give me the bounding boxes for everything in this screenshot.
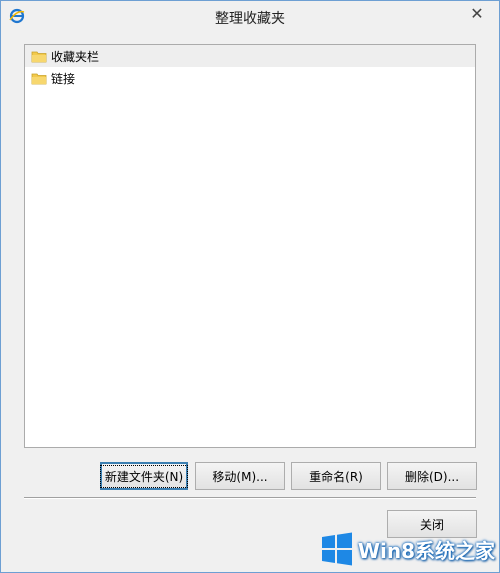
favorites-tree[interactable]: 收藏夹栏 链接: [24, 44, 476, 448]
close-label: 关闭: [419, 517, 444, 532]
delete-label: 删除(D)...: [404, 469, 460, 484]
tree-item-favorites-bar[interactable]: 收藏夹栏: [25, 45, 475, 67]
move-label: 移动(M)...: [212, 469, 268, 484]
folder-icon: [31, 51, 47, 63]
watermark: Win8系统之家: [320, 532, 495, 566]
title-bar: 整理收藏夹 ✕: [1, 1, 499, 31]
window-title: 整理收藏夹: [215, 11, 285, 27]
separator-line: [24, 497, 476, 499]
rename-button[interactable]: 重命名(R): [291, 462, 381, 490]
new-folder-button[interactable]: 新建文件夹(N): [99, 462, 189, 490]
move-button[interactable]: 移动(M)...: [195, 462, 285, 490]
tree-item-label: 链接: [51, 71, 76, 86]
organize-favorites-dialog: 整理收藏夹 ✕ 收藏夹栏 链接 新建文件夹(N) 移动(M)... 重命名(R): [0, 0, 500, 573]
close-icon: ✕: [470, 3, 484, 23]
close-window-button[interactable]: ✕: [463, 3, 491, 23]
windows-logo-icon: [321, 532, 352, 566]
tree-item-links[interactable]: 链接: [25, 67, 475, 89]
watermark-text: Win8系统之家: [357, 538, 495, 563]
tree-item-label: 收藏夹栏: [51, 49, 100, 64]
new-folder-label: 新建文件夹(N): [99, 464, 189, 488]
rename-label: 重命名(R): [309, 469, 363, 484]
delete-button[interactable]: 删除(D)...: [387, 462, 477, 490]
folder-icon: [31, 73, 47, 85]
